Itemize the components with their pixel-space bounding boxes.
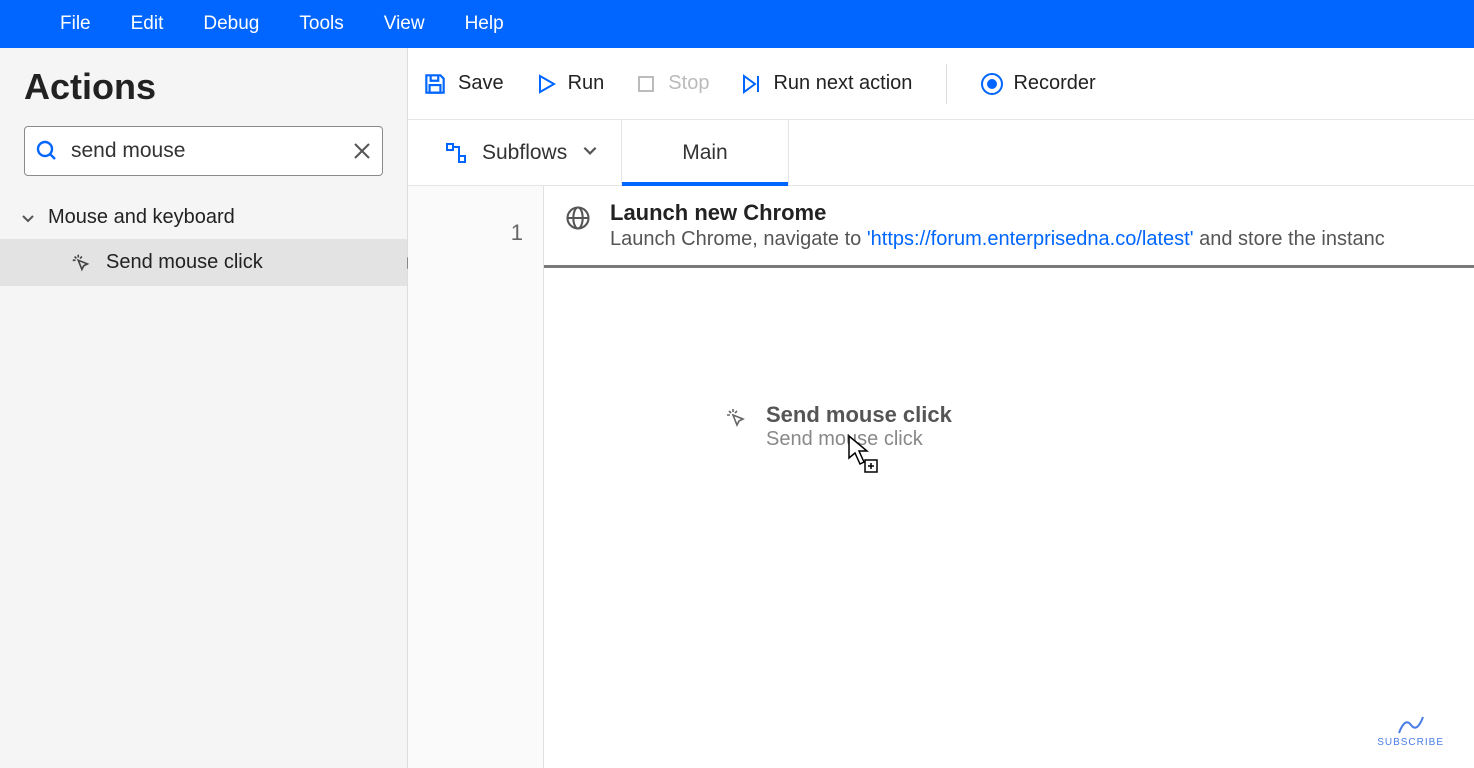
- toolbar-separator: [946, 64, 947, 104]
- subflows-dropdown[interactable]: Subflows: [422, 120, 622, 185]
- category-mouse-keyboard[interactable]: Mouse and keyboard: [0, 196, 407, 239]
- category-label: Mouse and keyboard: [48, 206, 235, 229]
- step-url: 'https://forum.enterprisedna.co/latest': [867, 228, 1194, 250]
- step-title: Launch new Chrome: [610, 200, 1385, 226]
- actions-sidebar: Actions Mouse and keyboard: [0, 48, 408, 768]
- save-button[interactable]: Save: [422, 71, 504, 97]
- drag-ghost-send-mouse-click: Send mouse click Send mouse click: [724, 402, 952, 451]
- stop-icon: [634, 72, 658, 96]
- recorder-label: Recorder: [1013, 72, 1095, 95]
- globe-icon: [564, 204, 592, 232]
- menu-file[interactable]: File: [60, 13, 91, 35]
- action-item-label: Send mouse click: [106, 251, 263, 274]
- record-icon: [981, 73, 1003, 95]
- menu-view[interactable]: View: [384, 13, 425, 35]
- tab-main[interactable]: Main: [622, 120, 789, 185]
- menu-help[interactable]: Help: [465, 13, 504, 35]
- run-button[interactable]: Run: [534, 72, 605, 96]
- step-description: Launch Chrome, navigate to 'https://foru…: [610, 228, 1385, 251]
- tabbar: Subflows Main: [408, 120, 1474, 186]
- menu-tools[interactable]: Tools: [299, 13, 343, 35]
- subflows-label: Subflows: [482, 141, 567, 165]
- ghost-title: Send mouse click: [766, 402, 952, 428]
- canvas[interactable]: Launch new Chrome Launch Chrome, navigat…: [544, 186, 1474, 768]
- run-label: Run: [568, 72, 605, 95]
- step-number: 1: [511, 220, 523, 246]
- step-icon: [739, 72, 763, 96]
- chevron-down-icon: [20, 210, 36, 226]
- ghost-desc: Send mouse click: [766, 428, 952, 451]
- watermark: SUBSCRIBE: [1377, 715, 1444, 748]
- save-label: Save: [458, 72, 504, 95]
- subflows-icon: [444, 141, 468, 165]
- sidebar-title: Actions: [0, 66, 407, 126]
- main-area: Save Run Stop Run next action: [408, 48, 1474, 768]
- click-icon: [724, 406, 748, 430]
- menu-edit[interactable]: Edit: [131, 13, 164, 35]
- save-icon: [422, 71, 448, 97]
- toolbar: Save Run Stop Run next action: [408, 48, 1474, 120]
- run-next-label: Run next action: [773, 72, 912, 95]
- tab-main-label: Main: [682, 141, 728, 165]
- menu-debug[interactable]: Debug: [203, 13, 259, 35]
- click-icon: [70, 252, 92, 274]
- clear-search-icon[interactable]: [352, 141, 372, 161]
- recorder-button[interactable]: Recorder: [981, 72, 1095, 95]
- search-input[interactable]: [71, 139, 352, 163]
- step-gutter: 1: [408, 186, 544, 768]
- stop-label: Stop: [668, 72, 709, 95]
- step-launch-chrome[interactable]: Launch new Chrome Launch Chrome, navigat…: [544, 186, 1474, 268]
- run-next-button[interactable]: Run next action: [739, 72, 912, 96]
- search-icon: [35, 139, 59, 163]
- play-icon: [534, 72, 558, 96]
- chevron-down-icon: [581, 141, 599, 165]
- menubar: File Edit Debug Tools View Help: [0, 0, 1474, 48]
- action-send-mouse-click[interactable]: Send mouse click: [0, 239, 407, 286]
- flow-designer[interactable]: 1 Launch new Chrome Launch Chrome, navig…: [408, 186, 1474, 768]
- stop-button[interactable]: Stop: [634, 72, 709, 96]
- search-actions-box[interactable]: [24, 126, 383, 176]
